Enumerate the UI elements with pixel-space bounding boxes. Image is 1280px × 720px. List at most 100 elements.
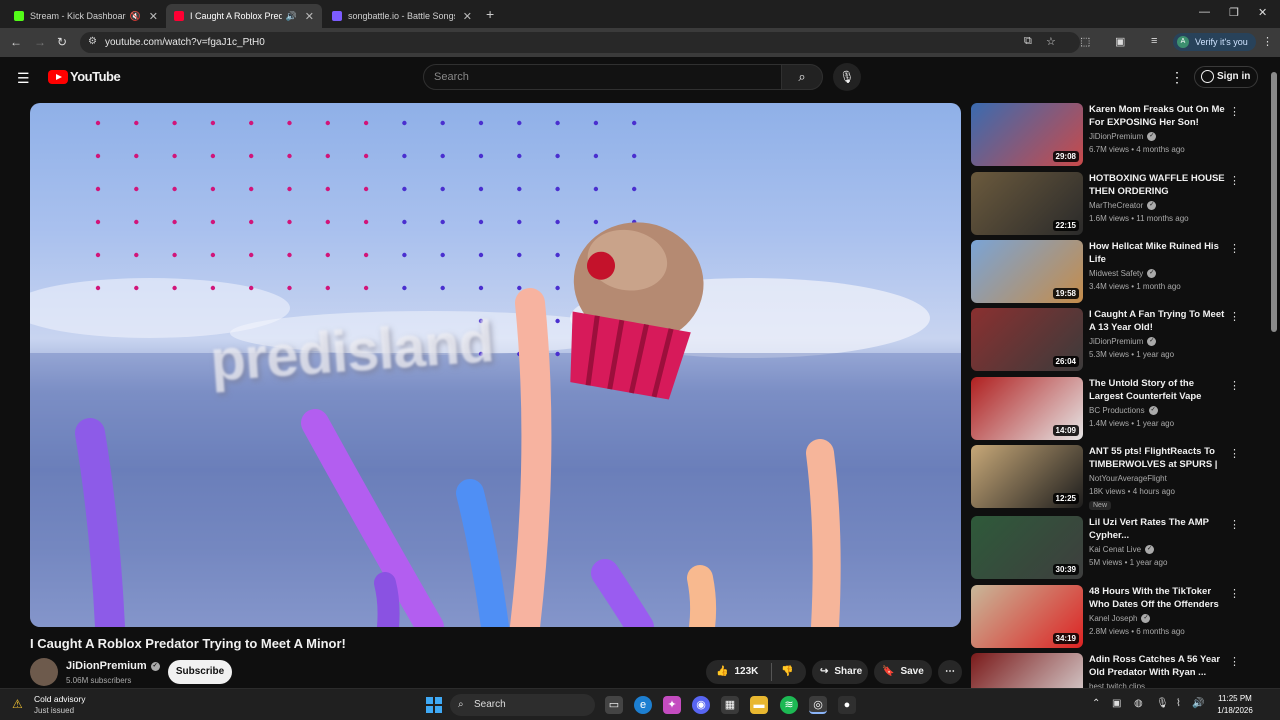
save-button[interactable]: 🔖 Save [874,660,932,684]
video-title[interactable]: Karen Mom Freaks Out On Me For EXPOSING … [1089,103,1227,129]
close-tab-icon[interactable]: ✕ [305,10,314,23]
settings-more-icon[interactable]: ⋮ [1170,69,1184,86]
recommended-video[interactable]: 22:15 HOTBOXING WAFFLE HOUSE THEN ORDERIN… [971,172,1241,236]
verified-check-icon: ✓ [1141,614,1151,624]
search-input[interactable]: Search [423,64,782,90]
video-thumbnail[interactable]: 26:04 [971,308,1083,371]
sign-in-button[interactable]: Sign in [1194,66,1258,88]
youtube-logo[interactable]: YouTube [48,69,121,84]
edge-icon[interactable]: e [634,696,652,714]
video-thumbnail[interactable]: 29:08 [971,103,1083,166]
tab-kick-dashboard[interactable]: Stream - Kick Dashboard 🔇 ✕ [6,4,166,28]
recommended-video[interactable]: 19:58 How Hellcat Mike Ruined His Life Mid… [971,240,1241,304]
recommended-video[interactable]: 12:25 ANT 55 pts! FlightReacts To TIMBERW… [971,445,1241,510]
tab-youtube-video[interactable]: I Caught A Roblox Predator 🔊 ✕ [166,4,322,28]
speaker-icon[interactable]: 🔊 [286,11,297,22]
close-tab-icon[interactable]: ✕ [149,10,158,23]
share-button[interactable]: ↪ Share [812,660,868,684]
video-thumbnail[interactable]: 19:58 [971,240,1083,303]
video-title[interactable]: 48 Hours With the TikToker Who Dates Off… [1089,585,1227,611]
video-title[interactable]: I Caught A Fan Trying To Meet A 13 Year … [1089,308,1227,334]
bookmark-star-icon[interactable]: ☆ [1046,35,1056,48]
dislike-button[interactable]: 👎 [781,660,793,684]
windows-start-icon[interactable] [426,697,442,713]
video-thumbnail[interactable]: 14:09 [971,377,1083,440]
tray-mic-icon[interactable]: 🎙 [1156,698,1169,709]
video-title[interactable]: ANT 55 pts! FlightReacts To TIMBERWOLVES… [1089,445,1227,471]
channel-name-row[interactable]: JiDionPremium ✓ [66,660,160,672]
profile-verify-button[interactable]: A Verify it's you [1173,33,1256,51]
hamburger-menu-icon[interactable]: ☰ [17,70,30,87]
extensions-icon[interactable]: ⬚ [1080,35,1090,48]
close-tab-icon[interactable]: ✕ [463,10,472,23]
video-title[interactable]: Lil Uzi Vert Rates The AMP Cypher... [1089,516,1227,542]
search-button[interactable]: ⌕ [781,64,823,90]
subscribe-button[interactable]: Subscribe [168,660,232,684]
more-vertical-icon[interactable]: ⋮ [1229,447,1240,460]
back-arrow-icon[interactable]: ← [10,35,22,49]
more-vertical-icon[interactable]: ⋮ [1229,310,1240,323]
store-icon[interactable]: ▦ [721,696,739,714]
channel-avatar[interactable] [30,658,58,686]
more-vertical-icon[interactable]: ⋮ [1229,379,1240,392]
scrollbar-thumb[interactable] [1271,72,1277,332]
more-vertical-icon[interactable]: ⋮ [1229,174,1240,187]
more-actions-button[interactable]: ⋯ [938,660,962,684]
dot-mark [402,153,407,159]
more-vertical-icon[interactable]: ⋮ [1229,242,1240,255]
forward-arrow-icon[interactable]: → [34,35,46,49]
minimize-icon[interactable]: — [1199,6,1210,18]
copilot-icon[interactable]: ✦ [663,696,681,714]
video-thumbnail[interactable]: 12:25 [971,445,1083,508]
recommended-video[interactable]: 14:09 The Untold Story of the Largest Cou… [971,377,1241,441]
recommended-video[interactable]: 30:39 Lil Uzi Vert Rates The AMP Cypher..… [971,516,1241,580]
site-info-icon[interactable]: ⚙ [88,36,97,47]
install-app-icon[interactable]: ⧉ [1024,35,1032,48]
voice-search-button[interactable]: 🎙 [833,63,861,91]
more-vertical-icon[interactable]: ⋮ [1229,105,1240,118]
taskbar-clock[interactable]: 11:25 PM 1/18/2026 [1210,693,1260,717]
spotify-icon[interactable]: ≋ [780,696,798,714]
address-bar[interactable]: ⚙ youtube.com/watch?v=fgaJ1c_PtH0 [80,32,1080,53]
tab-songbattle[interactable]: songbattle.io - Battle Songs ag ✕ [324,4,480,28]
more-vertical-icon[interactable]: ⋮ [1229,518,1240,531]
browser-menu-icon[interactable]: ⋮ [1262,35,1273,48]
obs-icon[interactable]: ● [838,696,856,714]
page-scrollbar[interactable] [1270,62,1278,688]
video-title[interactable]: Adin Ross Catches A 56 Year Old Predator… [1089,653,1227,679]
close-window-icon[interactable]: ✕ [1258,6,1267,19]
channel-name[interactable]: JiDionPremium [66,660,147,672]
tab-search-icon[interactable]: ▣ [1115,35,1125,48]
more-vertical-icon[interactable]: ⋮ [1229,655,1240,668]
maximize-icon[interactable]: ❐ [1229,6,1239,19]
video-title[interactable]: The Untold Story of the Largest Counterf… [1089,377,1227,403]
new-tab-plus-icon[interactable]: + [486,6,494,22]
recommended-video[interactable]: 26:04 I Caught A Fan Trying To Meet A 13 … [971,308,1241,372]
tray-app-icon[interactable]: ▣ [1112,698,1121,709]
recommended-video[interactable]: 29:08 Karen Mom Freaks Out On Me For EXPO… [971,103,1241,167]
discord-icon[interactable]: ◉ [692,696,710,714]
video-thumbnail[interactable]: 30:39 [971,516,1083,579]
tray-network-app-icon[interactable]: ◍ [1134,698,1143,709]
chrome-icon[interactable]: ◎ [809,696,827,714]
video-title[interactable]: HOTBOXING WAFFLE HOUSE THEN ORDERING [1089,172,1227,198]
muted-speaker-icon[interactable]: 🔇 [130,11,141,22]
wifi-icon[interactable]: ⌇ [1176,698,1181,709]
taskbar-search[interactable]: ⌕ Search [450,694,595,716]
recommended-video[interactable]: 34:19 48 Hours With the TikToker Who Date… [971,585,1241,649]
dot-mark [402,186,407,192]
reload-icon[interactable]: ↻ [57,35,67,49]
media-controls-icon[interactable]: ≡ [1151,35,1157,47]
volume-icon[interactable]: 🔊 [1192,698,1204,709]
video-thumbnail[interactable]: 34:19 [971,585,1083,648]
video-player[interactable]: predisland [30,103,961,627]
video-thumbnail[interactable]: 22:15 [971,172,1083,235]
file-explorer-icon[interactable]: ▬ [750,696,768,714]
tab-title: songbattle.io - Battle Songs ag [348,11,455,21]
like-button[interactable]: 👍 123K [716,660,758,684]
video-meta: 1.6M views • 11 months ago [1089,214,1189,223]
more-vertical-icon[interactable]: ⋮ [1229,587,1240,600]
video-title[interactable]: How Hellcat Mike Ruined His Life [1089,240,1227,266]
task-view-icon[interactable]: ▭ [605,696,623,714]
tray-overflow-icon[interactable]: ⌃ [1092,698,1100,709]
